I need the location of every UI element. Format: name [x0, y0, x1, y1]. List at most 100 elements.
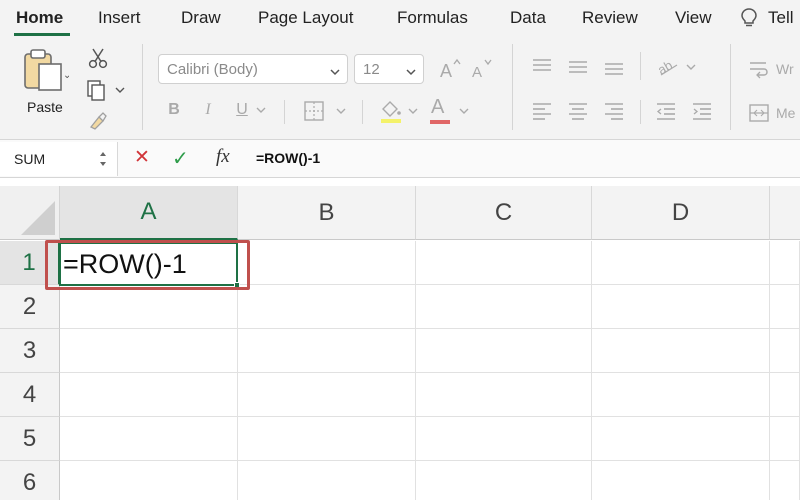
increase-font-size-button[interactable]: A [438, 56, 462, 82]
tab-tell-me[interactable]: Tell [768, 8, 794, 28]
svg-text:⌄: ⌄ [63, 70, 69, 81]
font-size-dropdown[interactable]: 12 [354, 54, 424, 84]
tab-draw[interactable]: Draw [181, 8, 221, 28]
increase-indent-button[interactable] [690, 98, 714, 124]
wrap-text-label: Wr [776, 61, 794, 77]
tab-insert[interactable]: Insert [98, 8, 141, 28]
tab-formulas[interactable]: Formulas [397, 8, 468, 28]
row-header-3[interactable]: 3 [0, 329, 60, 373]
tab-view[interactable]: View [675, 8, 712, 28]
chevron-down-icon [256, 107, 266, 113]
column-header-a[interactable]: A [60, 186, 238, 240]
cell-e3[interactable] [770, 329, 800, 373]
cut-button[interactable] [86, 46, 110, 70]
ribbon-separator [640, 100, 641, 124]
align-top-button[interactable] [530, 54, 554, 80]
cell-e2[interactable] [770, 285, 800, 329]
row-header-6[interactable]: 6 [0, 461, 60, 500]
cell-d1[interactable] [592, 241, 770, 285]
cell-a2[interactable] [60, 285, 238, 329]
cell-c4[interactable] [416, 373, 592, 417]
cell-b5[interactable] [238, 417, 416, 461]
align-bottom-icon [605, 63, 623, 75]
chevron-down-icon [405, 64, 417, 81]
wrap-text-button[interactable]: Wr [748, 56, 798, 82]
cell-b3[interactable] [238, 329, 416, 373]
up-down-arrows-icon [100, 152, 106, 166]
cell-d3[interactable] [592, 329, 770, 373]
decrease-font-icon: A [472, 59, 492, 80]
cell-d5[interactable] [592, 417, 770, 461]
formula-input[interactable] [246, 142, 800, 176]
column-header-b[interactable]: B [238, 186, 416, 240]
format-painter-button[interactable] [86, 108, 110, 132]
name-box[interactable]: SUM [0, 142, 118, 176]
column-header-partial[interactable] [770, 186, 800, 240]
enter-icon[interactable]: ✓ [172, 146, 189, 171]
cell-c2[interactable] [416, 285, 592, 329]
ribbon-home-panel: ⌄ Paste Calibri (Body) 12 A A B I U A ab… [0, 36, 800, 140]
cell-b2[interactable] [238, 285, 416, 329]
italic-button[interactable]: I [198, 98, 218, 122]
select-all-corner[interactable] [0, 186, 60, 240]
cell-a3[interactable] [60, 329, 238, 373]
cell-c5[interactable] [416, 417, 592, 461]
align-center-button[interactable] [566, 98, 590, 124]
row-header-4[interactable]: 4 [0, 373, 60, 417]
chevron-down-icon [459, 108, 469, 114]
tab-data[interactable]: Data [510, 8, 546, 28]
cell-e4[interactable] [770, 373, 800, 417]
ribbon-separator [142, 44, 143, 130]
cell-d6[interactable] [592, 461, 770, 500]
tab-home[interactable]: Home [16, 8, 63, 28]
cell-e5[interactable] [770, 417, 800, 461]
align-middle-button[interactable] [566, 54, 590, 80]
align-top-icon [533, 59, 551, 71]
cell-c1[interactable] [416, 241, 592, 285]
merge-center-button[interactable]: Me [748, 100, 798, 126]
cell-d4[interactable] [592, 373, 770, 417]
cell-d2[interactable] [592, 285, 770, 329]
column-header-d[interactable]: D [592, 186, 770, 240]
copy-button[interactable] [84, 78, 126, 102]
cell-b4[interactable] [238, 373, 416, 417]
font-color-button[interactable]: A [428, 96, 474, 126]
underline-button[interactable]: U [232, 98, 252, 122]
font-color-swatch [430, 120, 450, 124]
align-bottom-button[interactable] [602, 54, 626, 80]
name-box-spinner[interactable] [98, 148, 108, 172]
bold-button[interactable]: B [164, 98, 184, 122]
underline-options-button[interactable] [254, 102, 268, 118]
annotation-highlight-box [45, 240, 250, 290]
align-left-button[interactable] [530, 98, 554, 124]
tab-page-layout[interactable]: Page Layout [258, 8, 353, 28]
cell-b1[interactable] [238, 241, 416, 285]
orientation-button[interactable]: ab [654, 54, 700, 80]
cell-a6[interactable] [60, 461, 238, 500]
cell-e6[interactable] [770, 461, 800, 500]
decrease-indent-button[interactable] [654, 98, 678, 124]
select-all-triangle-icon [21, 201, 55, 235]
font-name-dropdown[interactable]: Calibri (Body) [158, 54, 348, 84]
ribbon-separator [284, 100, 285, 124]
formula-input-value: =ROW()-1 [256, 150, 321, 166]
cell-b6[interactable] [238, 461, 416, 500]
column-header-c[interactable]: C [416, 186, 592, 240]
row-header-5[interactable]: 5 [0, 417, 60, 461]
tab-review[interactable]: Review [582, 8, 638, 28]
borders-button[interactable] [300, 98, 350, 124]
cell-e1[interactable] [770, 241, 800, 285]
cancel-icon[interactable]: ✕ [134, 146, 150, 169]
text-orientation-icon: ab [655, 57, 696, 78]
paste-button[interactable]: ⌄ [20, 48, 70, 94]
cell-c6[interactable] [416, 461, 592, 500]
cell-a4[interactable] [60, 373, 238, 417]
decrease-font-size-button[interactable]: A [470, 56, 494, 82]
svg-text:A: A [472, 64, 482, 80]
align-right-button[interactable] [602, 98, 626, 124]
fill-color-button[interactable] [376, 96, 422, 126]
cell-c3[interactable] [416, 329, 592, 373]
row-header-2[interactable]: 2 [0, 285, 60, 329]
cell-a5[interactable] [60, 417, 238, 461]
insert-function-icon[interactable]: fx [216, 146, 230, 168]
